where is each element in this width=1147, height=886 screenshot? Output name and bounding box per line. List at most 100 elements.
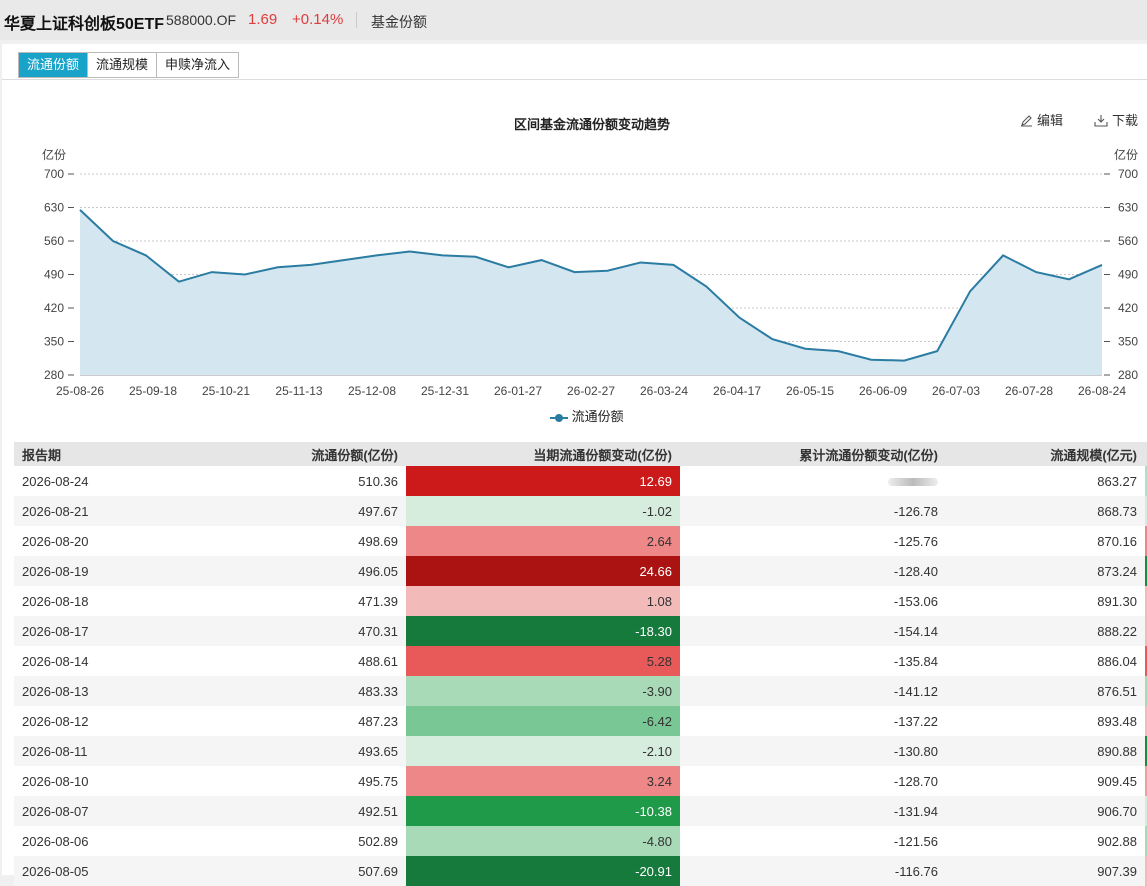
cell-scale: 870.16 <box>1097 533 1137 549</box>
cell-share: 471.39 <box>358 593 398 609</box>
edit-button[interactable]: 编辑 <box>1020 110 1063 129</box>
cell-change: -10.38 <box>406 796 680 826</box>
x-tick-label: 26-08-24 <box>1078 384 1126 398</box>
cell-change: -2.10 <box>406 736 680 766</box>
y-tick-label-right: 560 <box>1118 234 1138 248</box>
y-axis-unit-left: 亿份 <box>42 147 66 162</box>
section-label: 基金份额 <box>371 14 427 30</box>
fund-code: 588000.OF <box>166 12 237 28</box>
y-tick-label-right: 280 <box>1118 368 1138 382</box>
table-row[interactable]: 2026-08-20 498.69 2.64 -125.76 870.16 <box>14 526 1147 556</box>
x-tick-label: 26-04-17 <box>713 384 761 398</box>
table-row[interactable]: 2026-08-12 487.23 -6.42 -137.22 893.48 <box>14 706 1147 736</box>
table-row[interactable]: 2026-08-11 493.65 -2.10 -130.80 890.88 <box>14 736 1147 766</box>
cell-date: 2026-08-05 <box>14 856 190 886</box>
cell-cumulative: -121.56 <box>893 833 938 849</box>
cell-change: 3.24 <box>406 766 680 796</box>
col-share[interactable]: 流通份额(亿份) <box>190 442 406 466</box>
table-row[interactable]: 2026-08-13 483.33 -3.90 -141.12 876.51 <box>14 676 1147 706</box>
table-row[interactable]: 2026-08-21 497.67 -1.02 -126.78 868.73 <box>14 496 1147 526</box>
col-cumulative[interactable]: 累计流通份额变动(亿份) <box>680 442 946 466</box>
cell-scale: 863.27 <box>1097 473 1137 489</box>
tab-circulating-share[interactable]: 流通份额 <box>19 53 89 77</box>
y-tick-label-left: 420 <box>44 301 64 315</box>
x-tick-label: 25-09-18 <box>129 384 177 398</box>
table-row[interactable]: 2026-08-05 507.69 -20.91 -116.76 907.39 <box>14 856 1147 886</box>
table-row[interactable]: 2026-08-07 492.51 -10.38 -131.94 906.70 <box>14 796 1147 826</box>
table-row[interactable]: 2026-08-19 496.05 24.66 -128.40 873.24 <box>14 556 1147 586</box>
cell-date: 2026-08-13 <box>14 676 190 706</box>
y-tick-label-right: 420 <box>1118 301 1138 315</box>
cell-share: 498.69 <box>358 533 398 549</box>
cell-date: 2026-08-18 <box>22 593 89 609</box>
cell-date: 2026-08-11 <box>14 736 190 766</box>
cell-share: 496.05 <box>190 556 406 586</box>
cell-change: -6.42 <box>406 706 680 736</box>
cell-scale: 876.51 <box>946 676 1145 706</box>
cell-scale: 906.70 <box>946 796 1145 826</box>
cell-cumulative: -135.84 <box>893 653 938 669</box>
y-tick-label-right: 630 <box>1118 201 1138 215</box>
y-tick-label-left: 700 <box>44 167 64 181</box>
cell-scale: 893.48 <box>1097 713 1137 729</box>
cell-share: 493.65 <box>190 736 406 766</box>
download-icon <box>1094 115 1108 127</box>
table-row[interactable]: 2026-08-24 510.36 12.69 863.27 <box>14 466 1147 496</box>
cell-share: 470.31 <box>190 616 406 646</box>
cell-scale: 868.73 <box>946 496 1145 526</box>
cell-change: 1.08 <box>406 586 680 616</box>
cell-change: -1.02 <box>406 496 680 526</box>
cell-share: 510.36 <box>358 473 398 489</box>
y-axis-unit-right: 亿份 <box>1114 147 1138 162</box>
download-button[interactable]: 下载 <box>1094 110 1138 129</box>
tab-net-inflow[interactable]: 申赎净流入 <box>157 53 239 77</box>
cell-date: 2026-08-17 <box>14 616 190 646</box>
cell-scale: 909.45 <box>1097 773 1137 789</box>
cell-scale: 890.88 <box>946 736 1145 766</box>
y-tick-label-left: 350 <box>44 335 64 349</box>
table-row[interactable]: 2026-08-17 470.31 -18.30 -154.14 888.22 <box>14 616 1147 646</box>
cell-date: 2026-08-20 <box>22 533 89 549</box>
x-tick-label: 26-05-15 <box>786 384 834 398</box>
cell-date: 2026-08-06 <box>22 833 89 849</box>
chart-legend[interactable]: 流通份额 <box>550 406 624 425</box>
table-row[interactable]: 2026-08-18 471.39 1.08 -153.06 891.30 <box>14 586 1147 616</box>
table-header: 报告期 流通份额(亿份) 当期流通份额变动(亿份) 累计流通份额变动(亿份) 流… <box>14 442 1147 466</box>
cell-cumulative: -125.76 <box>893 533 938 549</box>
cell-share: 495.75 <box>358 773 398 789</box>
chart-title: 区间基金流通份额变动趋势 <box>513 117 670 132</box>
table-row[interactable]: 2026-08-10 495.75 3.24 -128.70 909.45 <box>14 766 1147 796</box>
cell-share: 492.51 <box>190 796 406 826</box>
cell-share: 488.61 <box>358 653 398 669</box>
table-row[interactable]: 2026-08-14 488.61 5.28 -135.84 886.04 <box>14 646 1147 676</box>
y-tick-label-left: 630 <box>44 201 64 215</box>
cell-cumulative: -126.78 <box>680 496 946 526</box>
download-label: 下载 <box>1112 113 1139 128</box>
legend-label: 流通份额 <box>571 409 624 424</box>
cell-scale: 888.22 <box>946 616 1145 646</box>
col-change[interactable]: 当期流通份额变动(亿份) <box>406 442 680 466</box>
table-row[interactable]: 2026-08-06 502.89 -4.80 -121.56 902.88 <box>14 826 1147 856</box>
hidden-value <box>888 477 938 486</box>
col-date[interactable]: 报告期 <box>14 442 190 466</box>
series-area <box>80 209 1102 375</box>
col-scale[interactable]: 流通规模(亿元) <box>946 442 1145 466</box>
cell-date: 2026-08-21 <box>14 496 190 526</box>
cell-share: 502.89 <box>358 833 398 849</box>
cell-change: 2.64 <box>406 526 680 556</box>
cell-share: 507.69 <box>190 856 406 886</box>
cell-cumulative: -128.40 <box>680 556 946 586</box>
cell-cumulative: -128.70 <box>893 773 938 789</box>
edit-label: 编辑 <box>1037 113 1064 128</box>
cell-share: 497.67 <box>190 496 406 526</box>
x-tick-label: 26-02-27 <box>567 384 615 398</box>
cell-date: 2026-08-07 <box>14 796 190 826</box>
tab-circulating-scale[interactable]: 流通规模 <box>88 53 158 77</box>
cell-change: -18.30 <box>406 616 680 646</box>
cell-cumulative <box>680 466 946 496</box>
cell-change: 12.69 <box>406 466 680 496</box>
x-tick-label: 25-12-08 <box>348 384 396 398</box>
cell-change: 24.66 <box>406 556 680 586</box>
cell-share: 483.33 <box>190 676 406 706</box>
cell-scale: 902.88 <box>1097 833 1137 849</box>
